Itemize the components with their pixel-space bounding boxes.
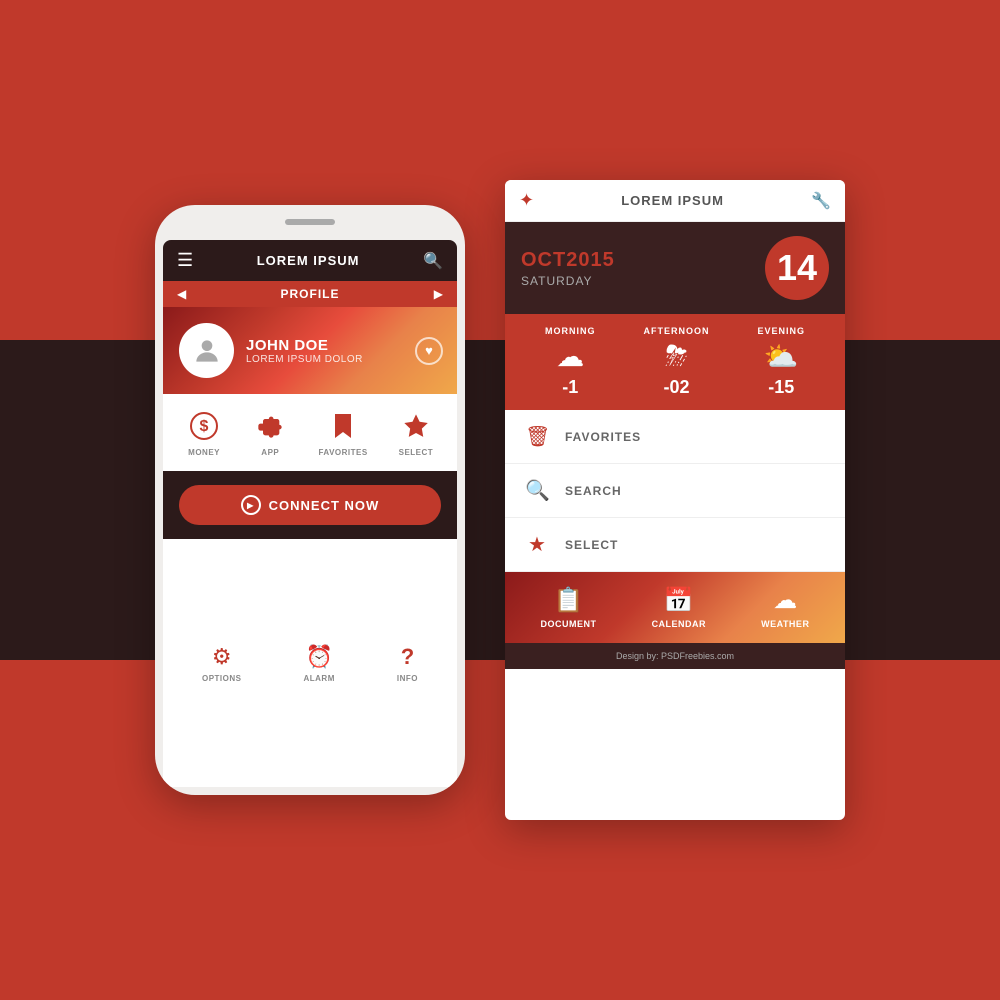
avatar: [179, 323, 234, 378]
trash-icon: 🗑: [525, 424, 549, 449]
footer-text: Design by: PSDFreebies.com: [616, 651, 734, 661]
app-label: APP: [261, 448, 279, 457]
p2-date-left: OCT2015 SATURDAY: [521, 249, 615, 288]
weather-afternoon: AFTERNOON ⛈ -02: [643, 326, 709, 398]
p2-header: ✦ LOREM IPSUM 🔧: [505, 180, 845, 222]
icon-favorites[interactable]: FAVORITES: [318, 408, 367, 457]
star-menu-icon: ★: [525, 532, 549, 557]
p1-icons-section: $ MONEY APP: [163, 394, 457, 471]
profile-subtitle: LOREM IPSUM DOLOR: [246, 354, 363, 365]
hamburger-icon[interactable]: ☰: [177, 250, 193, 271]
p2-title: LOREM IPSUM: [621, 193, 724, 208]
info-icon: ?: [401, 644, 414, 670]
document-icon: 📋: [554, 586, 584, 615]
heart-icon[interactable]: ♥: [415, 337, 443, 365]
day-number: 14: [777, 247, 817, 289]
evening-temp: -15: [768, 377, 794, 398]
calendar-icon: 📅: [664, 586, 694, 615]
p1-header: ☰ LOREM IPSUM 🔍: [163, 240, 457, 281]
document-tab-label: DOCUMENT: [541, 619, 597, 629]
p2-date-section: OCT2015 SATURDAY 14: [505, 222, 845, 314]
weather-evening: EVENING ⛅ -15: [757, 326, 805, 398]
calendar-tab-label: CALENDAR: [652, 619, 707, 629]
search-icon[interactable]: 🔍: [423, 251, 443, 271]
nav-alarm[interactable]: ⏰ ALARM: [303, 644, 334, 683]
icon-money[interactable]: $ MONEY: [186, 408, 222, 457]
p2-bottom-tabs: 📋 DOCUMENT 📅 CALENDAR ☁ WEATHER: [505, 572, 845, 643]
puzzle-icon: [252, 408, 288, 444]
bookmark-svg: [331, 412, 355, 440]
money-label: MONEY: [188, 448, 220, 457]
next-icon[interactable]: ▶: [434, 287, 443, 301]
star-svg: [402, 412, 430, 440]
profile-info: JOHN DOE LOREM IPSUM DOLOR: [246, 337, 363, 365]
day-name: SATURDAY: [521, 274, 615, 288]
prev-icon[interactable]: ◀: [177, 287, 186, 301]
p1-profile-nav: ◀ PROFILE ▶: [163, 281, 457, 307]
puzzle-svg: [256, 412, 284, 440]
evening-label: EVENING: [757, 326, 805, 336]
select-label: SELECT: [399, 448, 434, 457]
afternoon-temp: -02: [663, 377, 689, 398]
p1-connect-section: ▶ CONNECT NOW: [163, 471, 457, 539]
phone1: ☰ LOREM IPSUM 🔍 ◀ PROFILE ▶ JO: [155, 205, 465, 795]
phone1-speaker: [285, 219, 335, 225]
info-label: INFO: [397, 674, 418, 683]
p2-footer: Design by: PSDFreebies.com: [505, 643, 845, 669]
nav-options[interactable]: ⚙ OPTIONS: [202, 644, 242, 683]
connect-now-button[interactable]: ▶ CONNECT NOW: [179, 485, 441, 525]
play-icon: ▶: [241, 495, 261, 515]
p2-weather-section: MORNING ☁ -1 AFTERNOON ⛈ -02 EVENING ⛅ -…: [505, 314, 845, 410]
alarm-icon: ⏰: [305, 644, 332, 670]
favorites-label: FAVORITES: [318, 448, 367, 457]
menu-favorites[interactable]: 🗑 FAVORITES: [505, 410, 845, 464]
alarm-label: ALARM: [303, 674, 334, 683]
morning-icon: ☁: [556, 340, 584, 373]
wrench-icon[interactable]: 🔧: [811, 191, 831, 211]
money-icon: $: [186, 408, 222, 444]
profile-nav-title: PROFILE: [280, 287, 339, 301]
bookmark-icon: [325, 408, 361, 444]
money-svg: $: [190, 412, 218, 440]
nav-info[interactable]: ? INFO: [397, 644, 418, 683]
user-icon: [191, 335, 223, 367]
menu-search[interactable]: 🔍 SEARCH: [505, 464, 845, 518]
icon-select[interactable]: SELECT: [398, 408, 434, 457]
favorites-menu-label: FAVORITES: [565, 430, 641, 444]
p1-bottom-nav: ⚙ OPTIONS ⏰ ALARM ? INFO: [163, 539, 457, 787]
options-icon: ⚙: [212, 644, 232, 670]
search-menu-icon: 🔍: [525, 478, 549, 503]
p1-title: LOREM IPSUM: [257, 253, 360, 268]
tab-weather[interactable]: ☁ WEATHER: [761, 586, 809, 629]
afternoon-icon: ⛈: [665, 340, 687, 373]
morning-temp: -1: [562, 377, 578, 398]
profile-name: JOHN DOE: [246, 337, 363, 354]
weather-morning: MORNING ☁ -1: [545, 326, 596, 398]
tab-calendar[interactable]: 📅 CALENDAR: [652, 586, 707, 629]
afternoon-label: AFTERNOON: [643, 326, 709, 336]
p1-profile-section: JOHN DOE LOREM IPSUM DOLOR ♥: [163, 307, 457, 394]
connect-btn-label: CONNECT NOW: [269, 498, 380, 513]
icon-app[interactable]: APP: [252, 408, 288, 457]
weather-tab-icon: ☁: [773, 586, 797, 615]
weather-tab-label: WEATHER: [761, 619, 809, 629]
search-menu-label: SEARCH: [565, 484, 622, 498]
options-label: OPTIONS: [202, 674, 242, 683]
menu-select[interactable]: ★ SELECT: [505, 518, 845, 572]
month-year: OCT2015: [521, 249, 615, 272]
star-icon: [398, 408, 434, 444]
evening-icon: ⛅: [764, 340, 799, 373]
phone2: ✦ LOREM IPSUM 🔧 OCT2015 SATURDAY 14 MORN…: [505, 180, 845, 820]
date-circle: 14: [765, 236, 829, 300]
share-icon[interactable]: ✦: [519, 190, 534, 211]
content-wrapper: ☰ LOREM IPSUM 🔍 ◀ PROFILE ▶ JO: [155, 180, 845, 820]
tab-document[interactable]: 📋 DOCUMENT: [541, 586, 597, 629]
phone1-screen: ☰ LOREM IPSUM 🔍 ◀ PROFILE ▶ JO: [163, 240, 457, 787]
morning-label: MORNING: [545, 326, 596, 336]
select-menu-label: SELECT: [565, 538, 618, 552]
svg-text:$: $: [200, 418, 209, 435]
